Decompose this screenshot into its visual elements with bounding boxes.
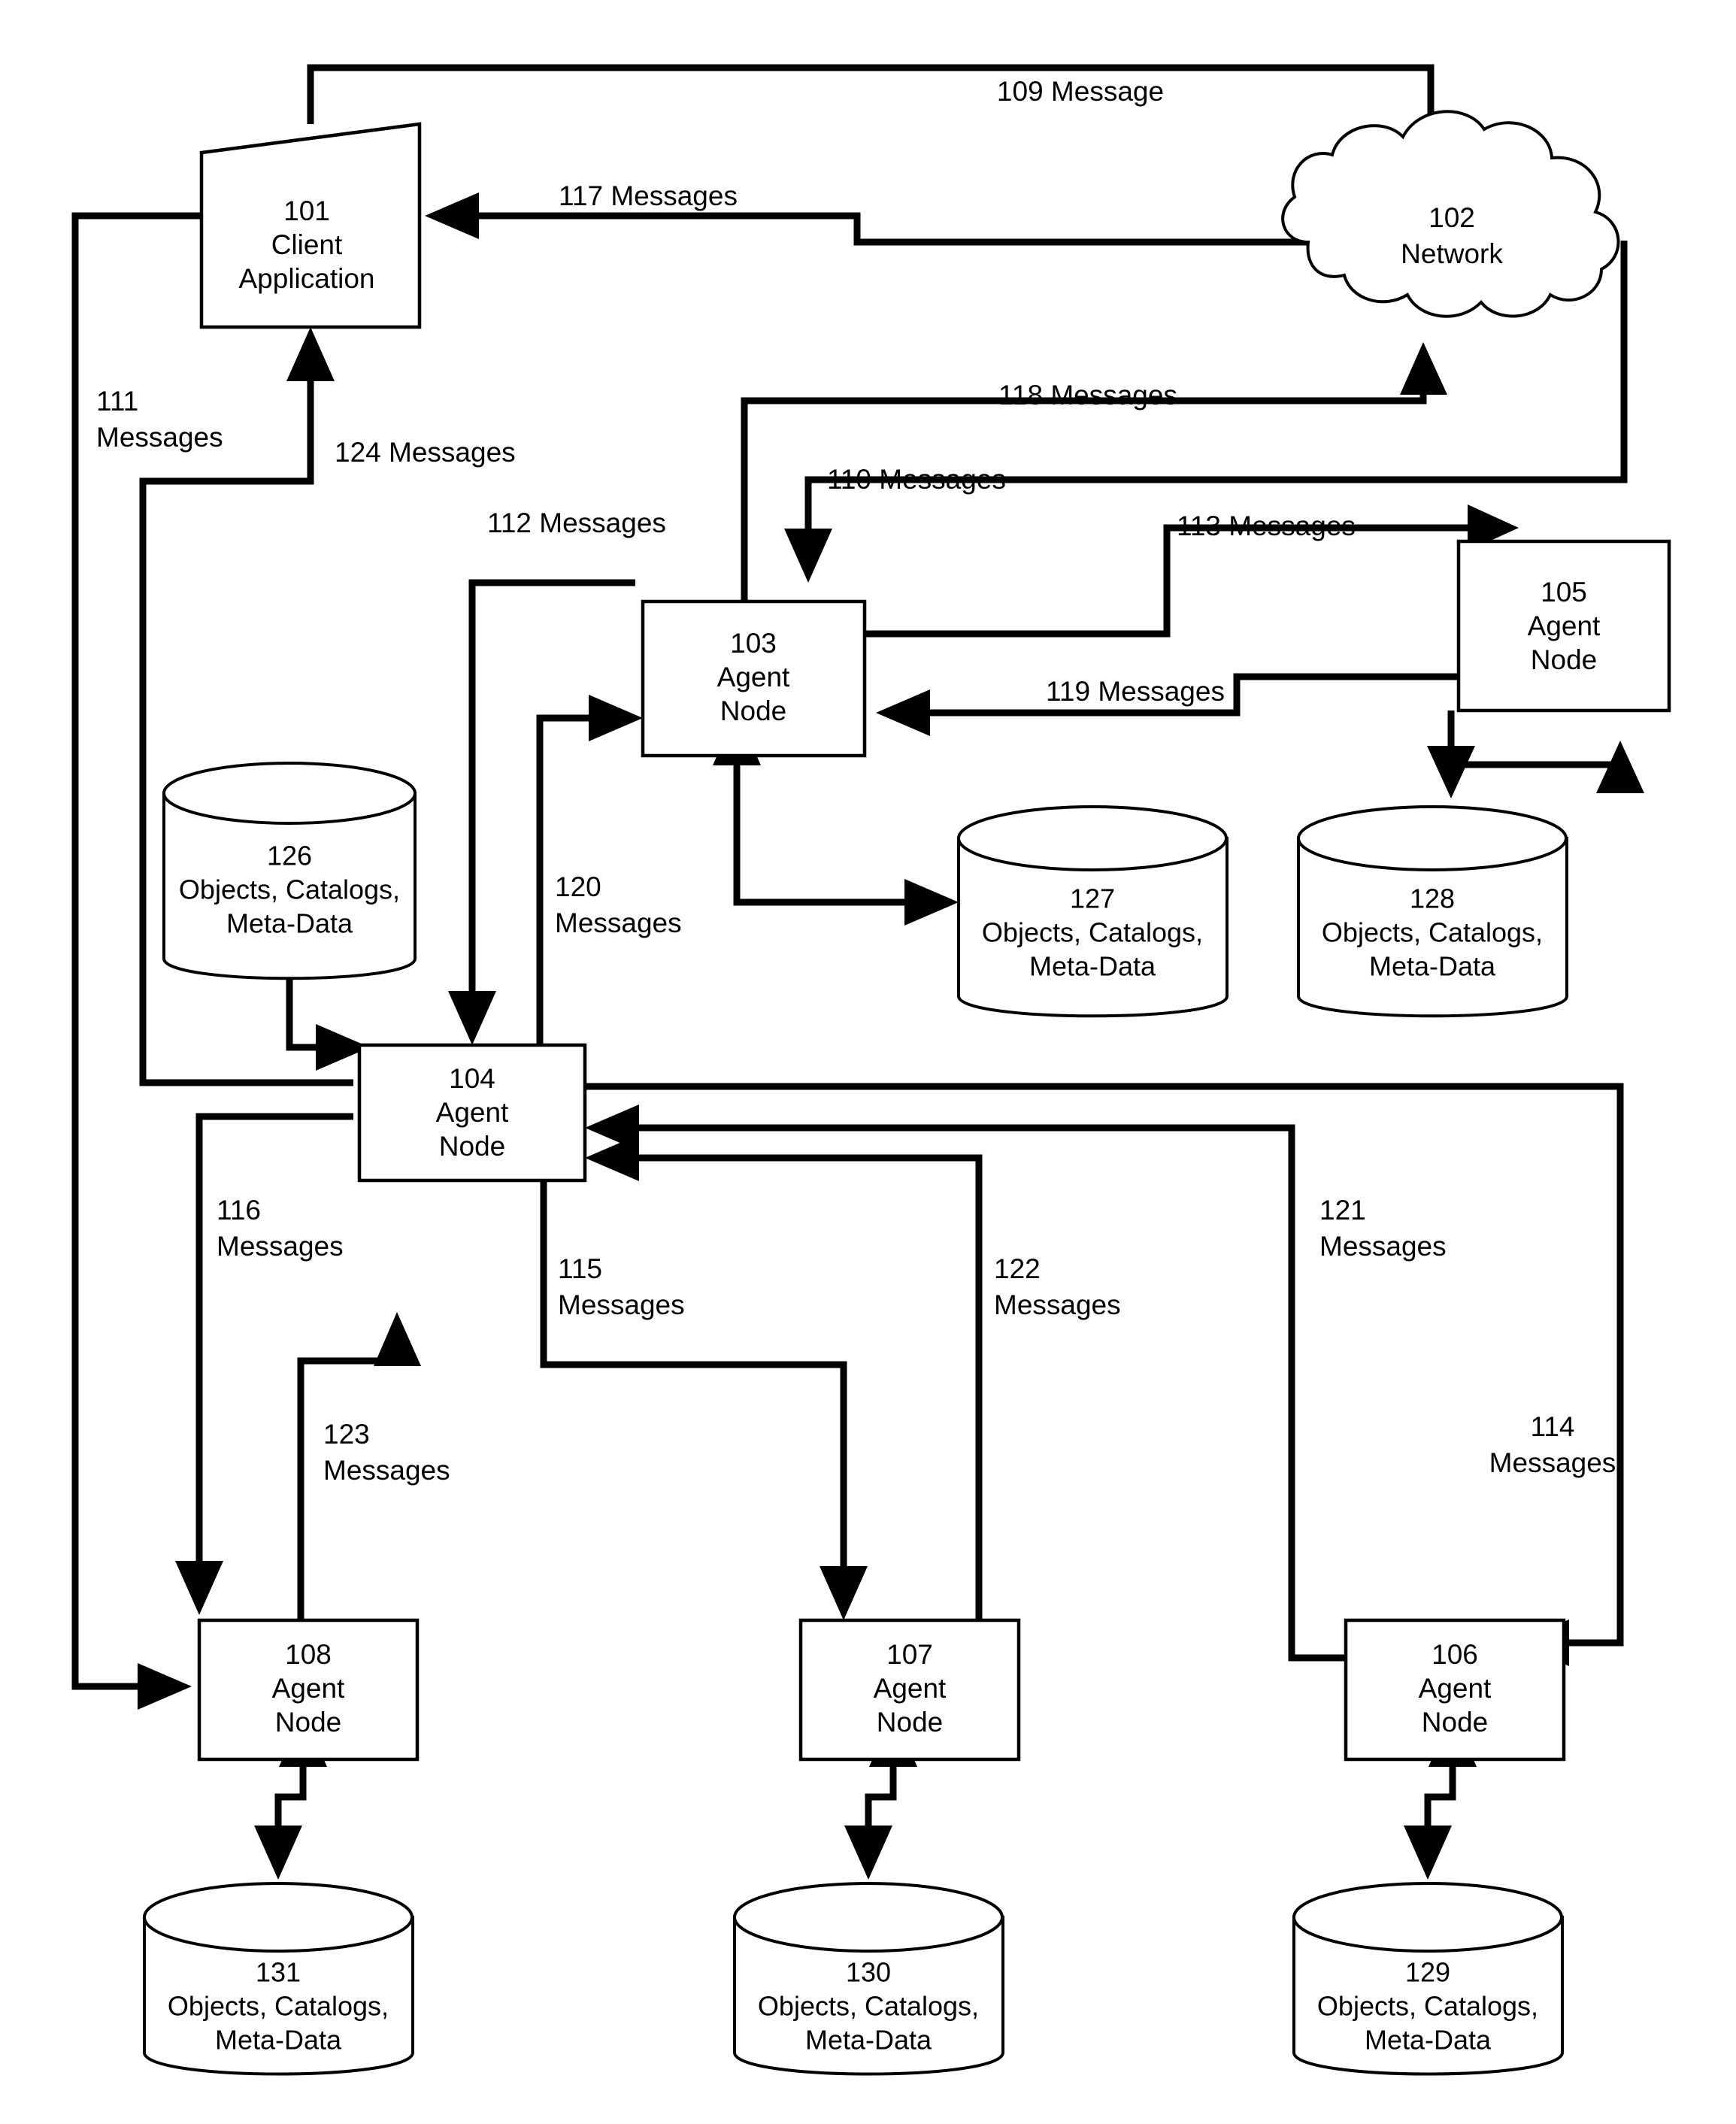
node-108-line2: Agent [272,1673,345,1704]
edge-label-120-line1: 120 [555,871,601,902]
edge-label-116-line1: 116 [217,1195,261,1226]
db-126-id: 126 [267,841,312,871]
db-127-line3: Meta-Data [1029,951,1156,982]
edge-121 [585,1104,1346,1662]
edge-label-115: 115 Messages [558,1253,685,1320]
db-128-line3: Meta-Data [1369,951,1496,982]
db-129-line3: Meta-Data [1365,2025,1492,2056]
node-104-line3: Node [439,1131,505,1162]
edge-label-122: 122 Messages [994,1253,1121,1320]
node-102-id: 102 [1428,202,1475,233]
edge-109 [307,64,1455,197]
edge-label-117: 117 Messages [559,180,738,211]
db-128-line2: Objects, Catalogs, [1322,917,1543,948]
edge-label-116: 116 Messages [217,1195,344,1262]
db-127-line2: Objects, Catalogs, [982,917,1203,948]
edge-label-123-line2: Messages [323,1455,450,1486]
edge-label-123-line1: 123 [323,1419,370,1450]
db-129-id: 129 [1405,1957,1450,1988]
edge-label-111-line1: 111 [96,386,138,417]
edge-label-116-line2: Messages [217,1231,344,1262]
edge-114 [585,1083,1624,1666]
edge-115 [540,1120,868,1620]
edge-122 [585,1135,983,1620]
node-106-id: 106 [1432,1639,1478,1670]
edge-120 [536,695,643,1045]
edge-label-112: 112 Messages [487,508,666,538]
edge-label-115-line2: Messages [558,1289,685,1320]
edge-label-123: 123 Messages [323,1419,450,1486]
edge-117 [425,192,1308,246]
node-103-line2: Agent [717,662,790,692]
db-131-id: 131 [256,1957,301,1988]
node-108-line3: Node [275,1707,341,1738]
edge-label-114-line2: Messages [1489,1447,1616,1478]
edge-label-113: 113 Messages [1177,511,1356,541]
db-126-line3: Meta-Data [226,908,353,939]
patent-figure-canvas: 101 Client Application 102 Network 103 A… [0,0,1736,2124]
node-103-id: 103 [730,628,777,659]
edge-label-118: 118 Messages [998,380,1177,411]
db-129-line2: Objects, Catalogs, [1317,1991,1538,2022]
edge-label-110: 110 Messages [827,464,1006,495]
edge-label-114: 114 Messages [1489,1411,1616,1478]
db-130-line2: Objects, Catalogs, [758,1991,979,2022]
node-104-id: 104 [449,1063,495,1094]
node-108-id: 108 [285,1639,332,1670]
node-106-line2: Agent [1419,1673,1492,1704]
edge-label-122-line1: 122 [994,1253,1041,1284]
node-103-line3: Node [720,695,786,726]
edge-label-111: 111 Messages [96,386,223,453]
edge-label-122-line2: Messages [994,1289,1121,1320]
edge-label-114-line1: 114 [1531,1411,1575,1442]
node-105-id: 105 [1541,577,1587,608]
node-106-line3: Node [1422,1707,1488,1738]
edge-label-120-line2: Messages [555,907,682,938]
node-107-line3: Node [877,1707,943,1738]
node-101-id: 101 [283,195,330,226]
edge-label-121-line2: Messages [1319,1231,1447,1262]
edge-105-to-db128 [1427,711,1644,798]
edge-label-120: 120 Messages [555,871,682,938]
edge-116 [175,1113,353,1615]
db-131-line3: Meta-Data [215,2025,342,2056]
node-101-line2: Client [271,229,343,260]
edge-label-121: 121 Messages [1319,1195,1447,1262]
network-architecture-diagram: 101 Client Application 102 Network 103 A… [71,64,1671,2076]
node-107-id: 107 [886,1639,933,1670]
db-128-id: 128 [1410,883,1455,914]
node-104-line2: Agent [436,1097,509,1128]
edge-label-121-line1: 121 [1319,1195,1366,1226]
node-105-line3: Node [1531,644,1597,675]
node-102-line2: Network [1401,238,1503,269]
db-130-line3: Meta-Data [805,2025,932,2056]
edge-label-115-line1: 115 [558,1253,602,1284]
node-105-line2: Agent [1528,611,1601,641]
db-127-id: 127 [1070,883,1115,914]
edge-label-111-line2: Messages [96,422,223,453]
edge-label-119: 119 Messages [1046,676,1225,707]
node-107-line2: Agent [874,1673,947,1704]
node-101-line3: Application [238,263,374,294]
db-131-line2: Objects, Catalogs, [168,1991,389,2022]
db-126-line2: Objects, Catalogs, [179,874,400,905]
edge-label-109: 109 Message [997,76,1164,107]
db-130-id: 130 [846,1957,891,1988]
edge-label-124: 124 Messages [335,437,516,468]
